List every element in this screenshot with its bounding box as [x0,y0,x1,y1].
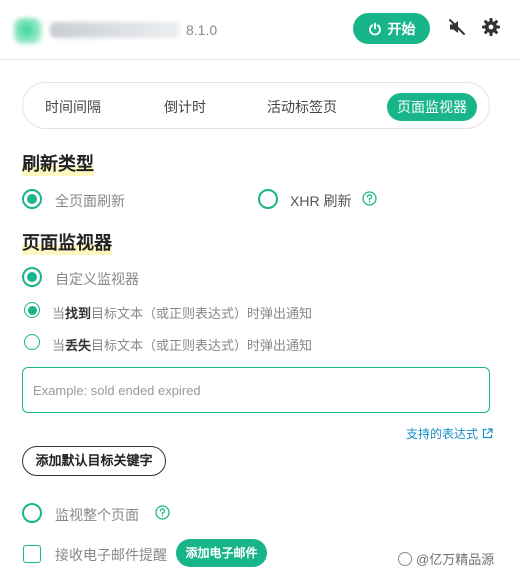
lost-text-label: 当丢失目标文本（或正则表达式）时弹出通知 [52,335,312,354]
supported-expressions-label: 支持的表达式 [406,427,479,441]
target-keyword-input[interactable] [22,367,490,413]
found-text-label: 当找到目标文本（或正则表达式）时弹出通知 [52,303,312,322]
add-email-button[interactable]: 添加电子邮件 [176,539,267,567]
add-default-keywords-button[interactable]: 添加默认目标关键字 [22,446,166,476]
page-monitor-title: 页面监视器 [22,229,112,255]
whole-page-help-icon[interactable] [155,505,170,520]
app-version: 8.1.0 [186,22,218,38]
found-prefix: 当 [52,306,66,321]
app-header: 8.1.0 开始 [0,0,520,60]
monitor-whole-page-radio[interactable] [22,503,42,523]
xhr-help-icon[interactable] [362,191,377,206]
lost-prefix: 当 [52,338,66,353]
mute-icon[interactable] [447,17,467,37]
full-page-refresh-radio[interactable] [22,189,42,209]
tab-countdown[interactable]: 倒计时 [147,93,223,121]
lost-suffix: 目标文本（或正则表达式）时弹出通知 [91,338,313,353]
start-button[interactable]: 开始 [353,13,430,44]
power-icon [368,22,381,35]
tab-page-monitor[interactable]: 页面监视器 [387,93,477,121]
gear-icon[interactable] [481,17,501,37]
found-text-radio[interactable] [24,302,40,318]
found-keyword: 找到 [65,306,92,321]
mode-tabs: 时间间隔 倒计时 活动标签页 页面监视器 [22,82,490,129]
custom-monitor-label: 自定义监视器 [55,271,139,287]
lost-keyword: 丢失 [65,338,92,353]
lost-text-radio[interactable] [24,334,40,350]
tab-active-tab[interactable]: 活动标签页 [259,93,345,121]
email-alert-label: 接收电子邮件提醒 [55,547,167,563]
xhr-refresh-radio[interactable] [258,189,278,209]
app-logo [14,18,42,44]
xhr-refresh-label: XHR 刷新 [290,193,352,209]
app-name-blurred [50,22,180,38]
watermark-icon [398,551,412,566]
start-button-label: 开始 [387,20,416,37]
email-alert-checkbox[interactable] [23,545,41,563]
full-page-refresh-label: 全页面刷新 [55,193,125,209]
found-suffix: 目标文本（或正则表达式）时弹出通知 [91,306,313,321]
refresh-type-title: 刷新类型 [22,150,94,176]
monitor-whole-page-label: 监视整个页面 [55,507,139,523]
tab-interval[interactable]: 时间间隔 [35,93,111,121]
external-link-icon [482,428,493,439]
custom-monitor-radio[interactable] [22,267,42,287]
supported-expressions-link[interactable]: 支持的表达式 [406,425,493,442]
watermark-text: @亿万精品源 [416,552,495,567]
watermark: @亿万精品源 [398,549,494,568]
